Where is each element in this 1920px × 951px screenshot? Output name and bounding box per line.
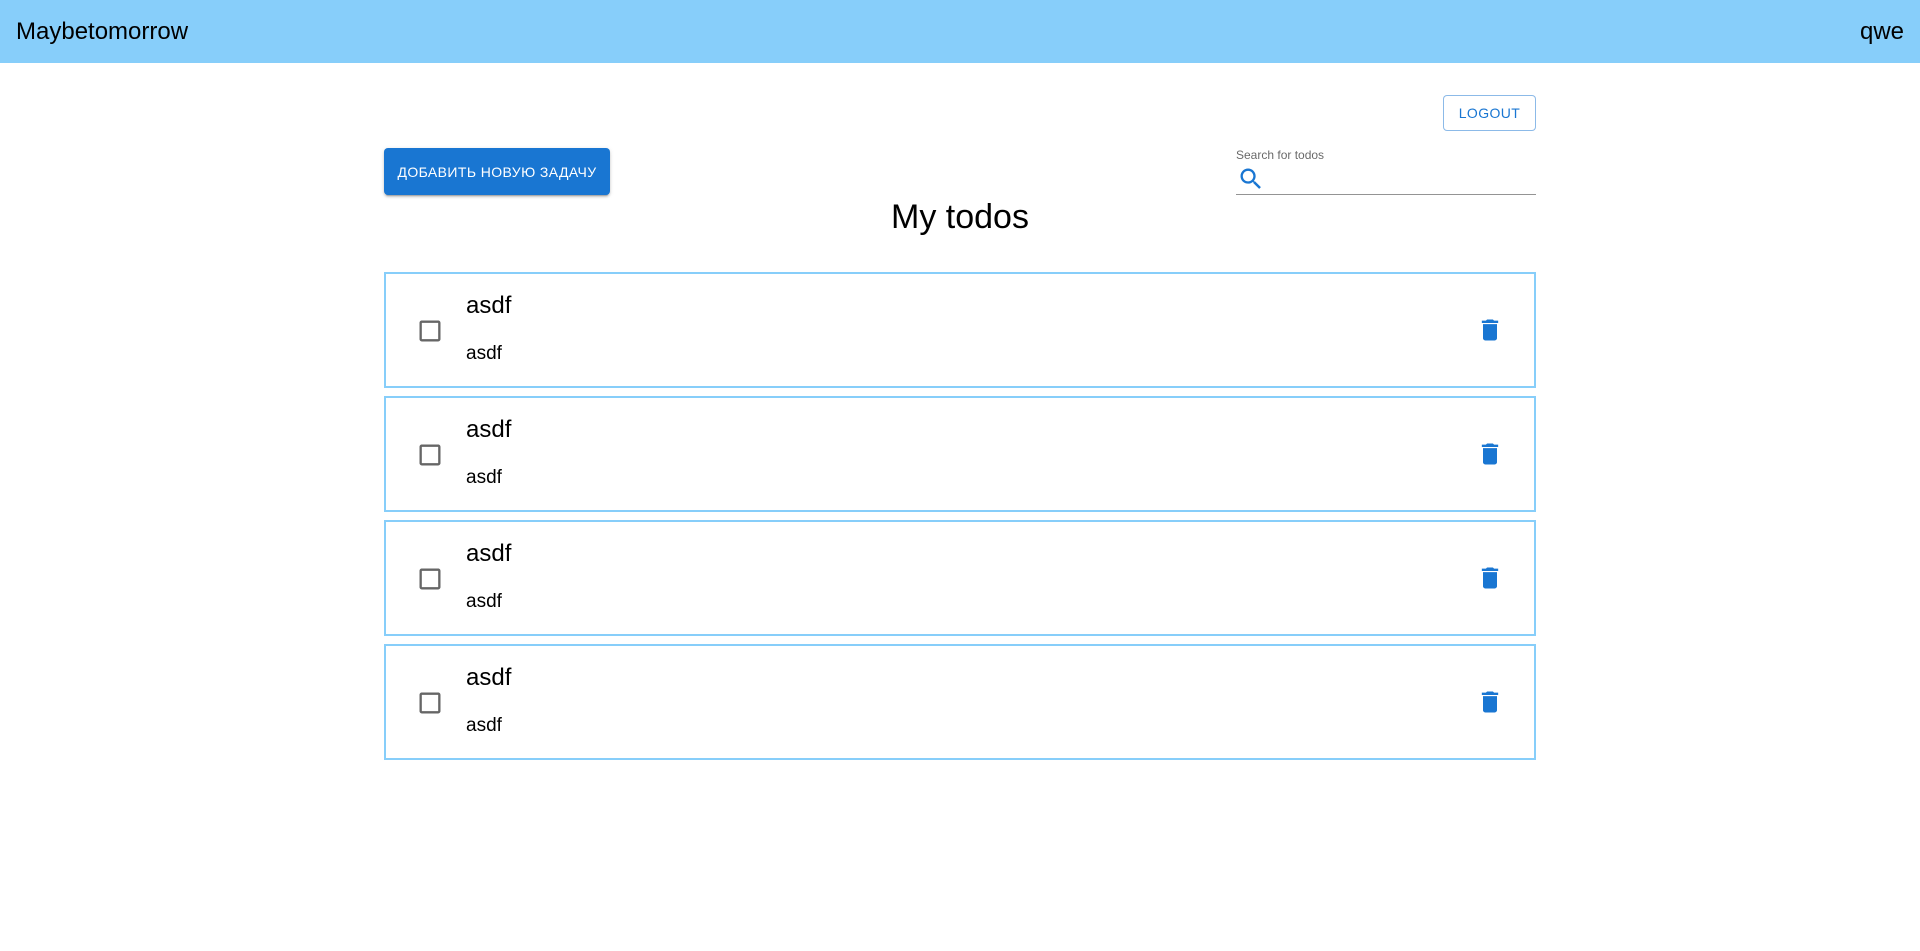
todo-item: asdf asdf — [384, 272, 1536, 388]
todo-checkbox[interactable] — [416, 317, 444, 345]
todo-checkbox[interactable] — [416, 565, 444, 593]
search-input[interactable] — [1266, 166, 1536, 192]
todo-list: asdf asdf asdf asdf asdf asdf asdf asdf — [384, 272, 1536, 768]
todo-checkbox[interactable] — [416, 441, 444, 469]
search-row — [1236, 164, 1536, 195]
todo-title: asdf — [466, 540, 512, 567]
checkbox-outline-icon — [419, 692, 441, 714]
brand-title: Maybetomorrow — [16, 17, 189, 45]
app-bar: Maybetomorrow qwe — [0, 0, 1920, 63]
todo-checkbox[interactable] — [416, 689, 444, 717]
logout-button[interactable]: LOGOUT — [1443, 95, 1536, 131]
search-icon — [1236, 164, 1266, 194]
username-label: qwe — [1859, 17, 1904, 45]
add-todo-button[interactable]: ДОБАВИТЬ НОВУЮ ЗАДАЧУ — [384, 148, 610, 195]
todo-description: asdf — [466, 715, 502, 736]
checkbox-outline-icon — [419, 444, 441, 466]
checkbox-outline-icon — [419, 568, 441, 590]
delete-button[interactable] — [1474, 686, 1506, 718]
todo-description: asdf — [466, 467, 502, 488]
search-field: Search for todos — [1236, 148, 1536, 196]
todo-description: asdf — [466, 591, 502, 612]
page-title: My todos — [891, 198, 1029, 236]
todo-title: asdf — [466, 416, 512, 443]
todo-description: asdf — [466, 343, 502, 364]
delete-button[interactable] — [1474, 314, 1506, 346]
todo-title: asdf — [466, 292, 512, 319]
search-label: Search for todos — [1236, 148, 1325, 162]
trash-icon — [1481, 319, 1499, 341]
checkbox-outline-icon — [419, 320, 441, 342]
delete-button[interactable] — [1474, 562, 1506, 594]
delete-button[interactable] — [1474, 438, 1506, 470]
trash-icon — [1481, 567, 1499, 589]
todo-item: asdf asdf — [384, 396, 1536, 512]
todo-item: asdf asdf — [384, 644, 1536, 760]
trash-icon — [1481, 443, 1499, 465]
todo-item: asdf asdf — [384, 520, 1536, 636]
todo-title: asdf — [466, 664, 512, 691]
trash-icon — [1481, 691, 1499, 713]
